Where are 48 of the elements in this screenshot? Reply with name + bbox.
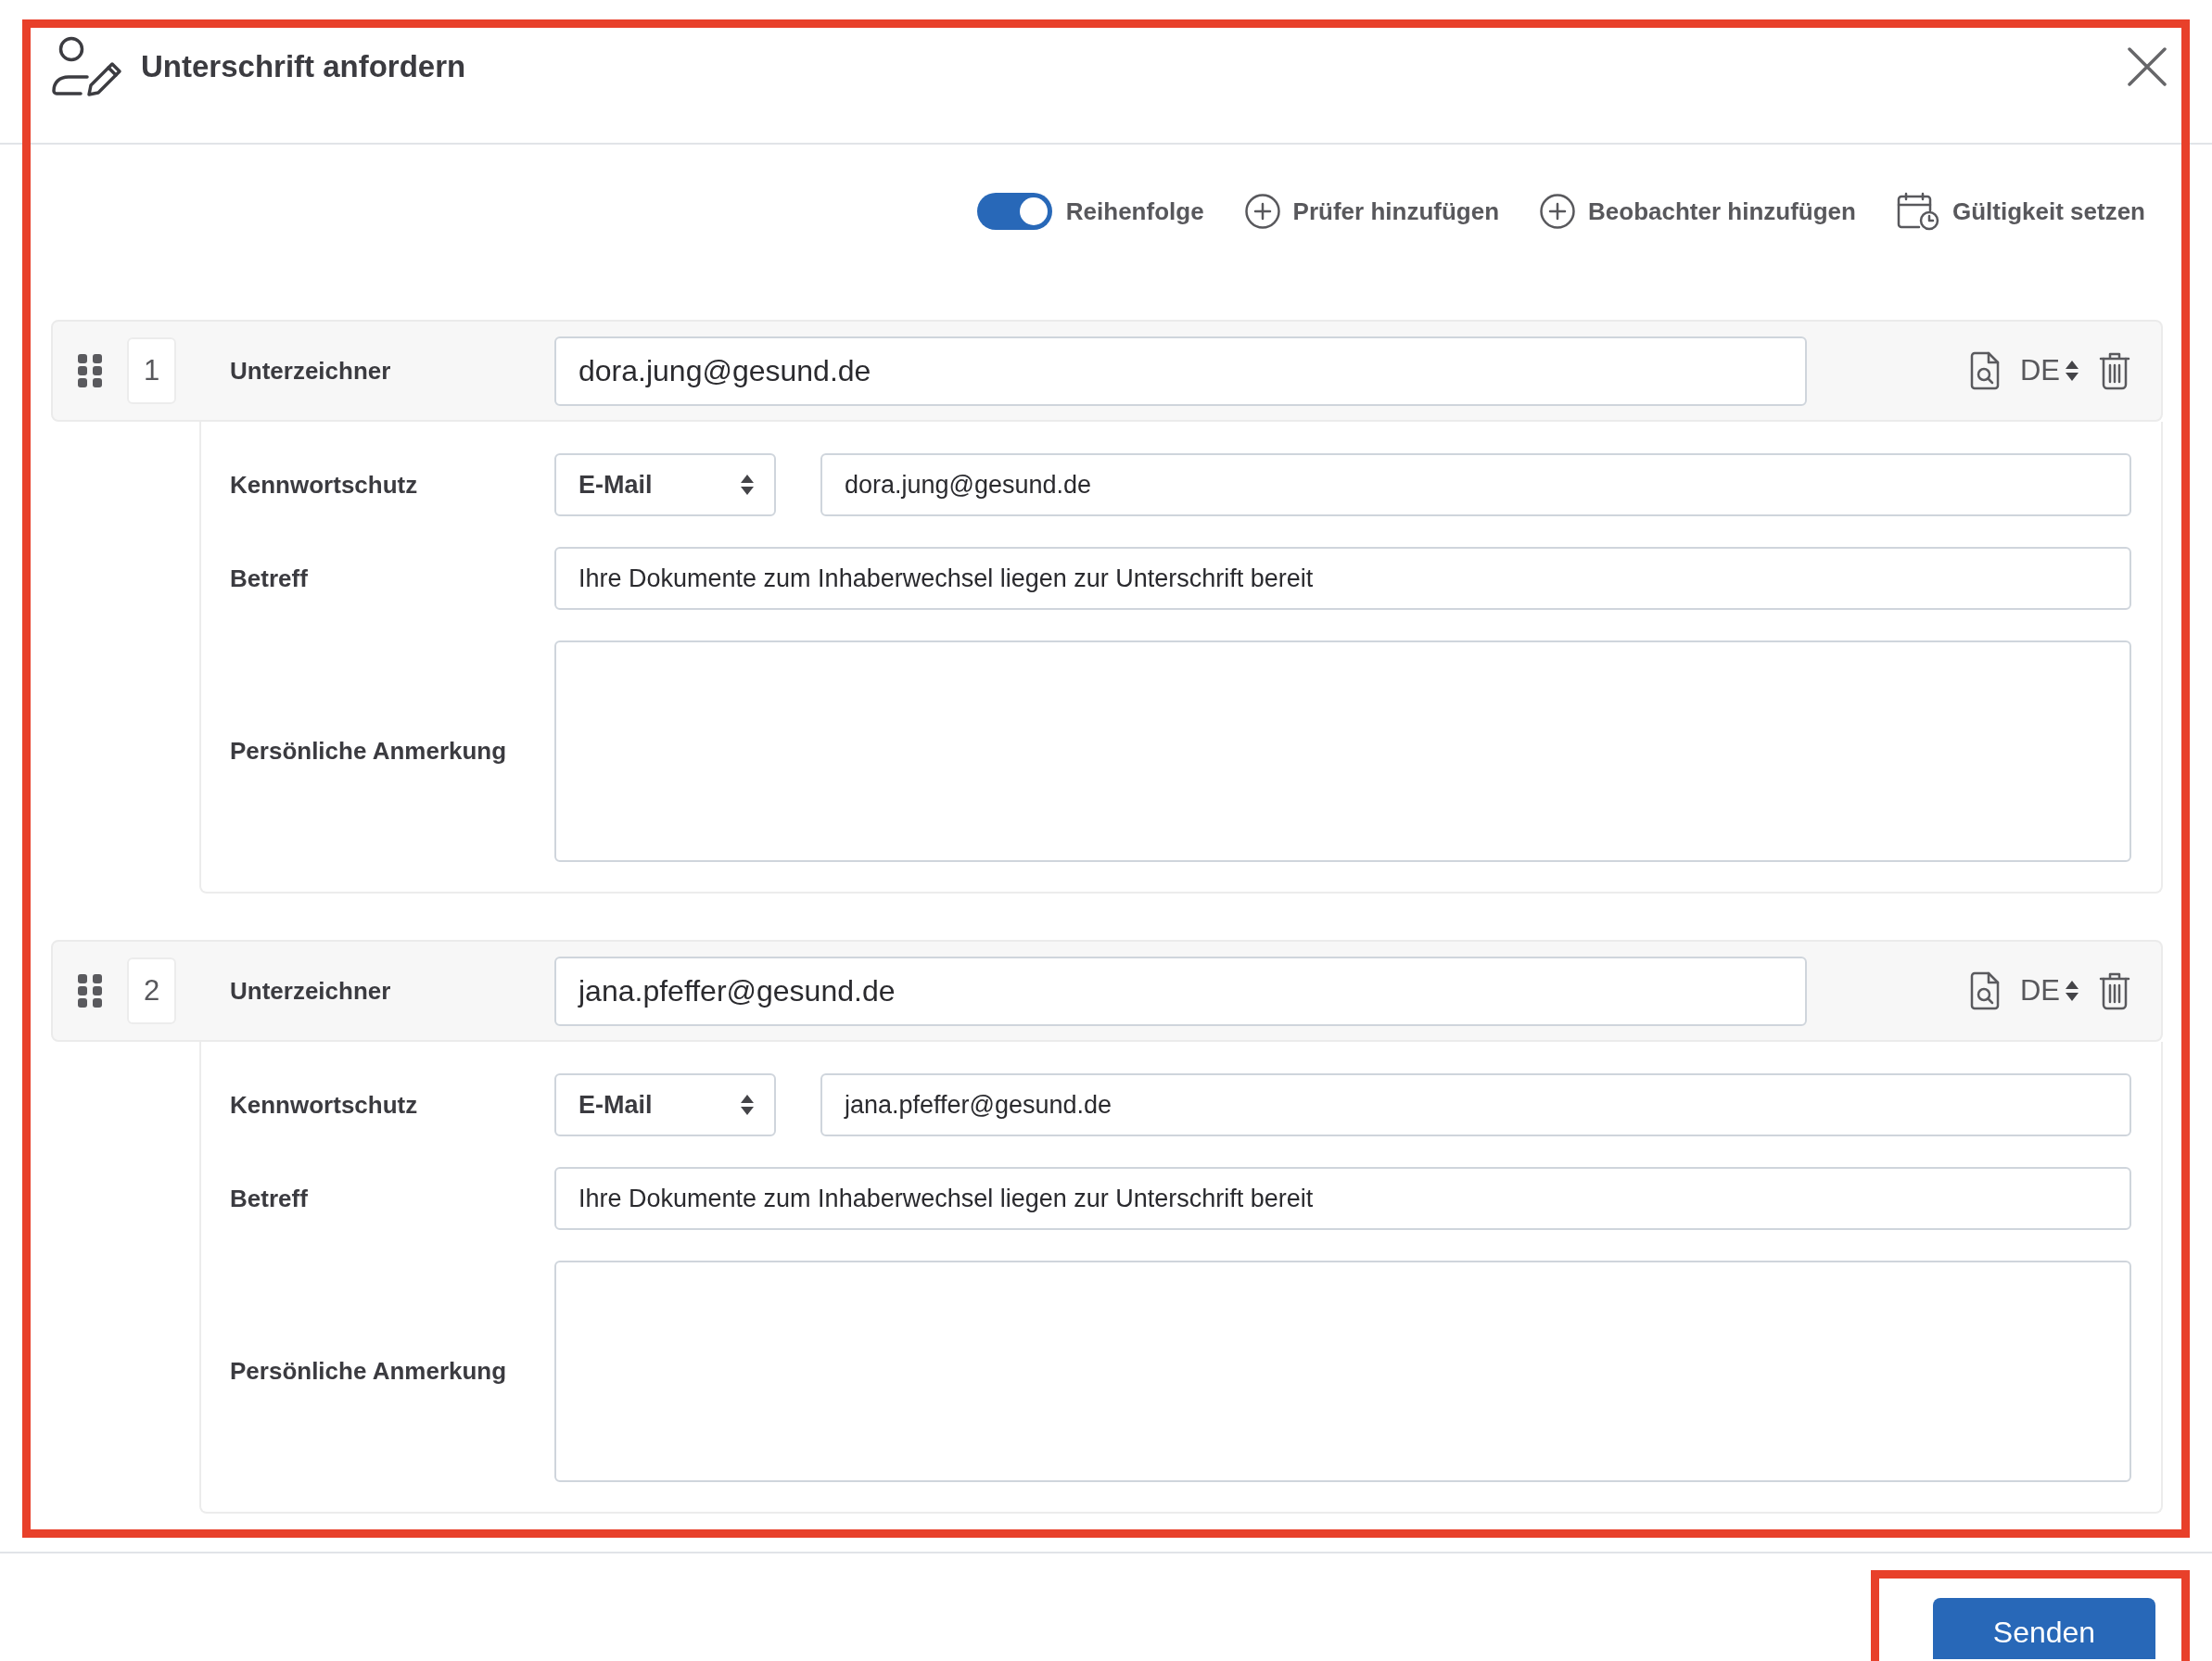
subject-field[interactable]: Ihre Dokumente zum Inhaberwechsel liegen zur Unterschrift bereit [554, 1167, 2131, 1230]
file-search-icon [1969, 351, 2000, 390]
close-button[interactable] [2126, 45, 2168, 88]
trash-icon [2099, 351, 2130, 390]
signer-email-field[interactable]: dora.jung@gesund.de [554, 336, 1807, 406]
signer-label: Unterzeichner [230, 976, 392, 1006]
calendar-clock-icon [1896, 192, 1939, 231]
add-button[interactable]: Beobachter hinzufügen [1540, 194, 1856, 229]
dialog-title: Unterschrift anfordern [141, 49, 466, 84]
trash-icon [2099, 971, 2130, 1010]
sort-icon [2066, 981, 2079, 1001]
set-validity-button[interactable]: Gültigkeit setzen [1896, 192, 2145, 231]
drag-handle-icon[interactable] [78, 354, 102, 387]
signer-label: Unterzeichner [230, 356, 392, 386]
order-toggle[interactable] [976, 193, 1052, 230]
send-button[interactable]: Senden [1933, 1598, 2155, 1659]
field-label: Persönliche Anmerkung [230, 737, 508, 766]
plus-circle-icon [1540, 194, 1576, 229]
signer-number: 1 [127, 337, 176, 404]
add-button[interactable]: Prüfer hinzufügen [1244, 194, 1500, 229]
file-search-icon [1969, 971, 2000, 1010]
field-label: Betreff [230, 1184, 309, 1213]
signer-number: 2 [127, 957, 176, 1024]
language-select[interactable]: DE [2010, 354, 2088, 387]
preview-button[interactable] [1969, 351, 2000, 390]
drag-handle-icon[interactable] [78, 974, 102, 1008]
method-select[interactable]: E-Mail [554, 453, 776, 516]
field-label: Betreff [230, 564, 309, 593]
delete-button[interactable] [2099, 971, 2130, 1010]
language-select[interactable]: DE [2010, 974, 2088, 1008]
password-email-field[interactable]: jana.pfeffer@gesund.de [820, 1073, 2131, 1136]
note-field[interactable] [554, 1261, 2131, 1482]
toggle-label: Reihenfolge [1065, 197, 1204, 226]
password-email-field[interactable]: dora.jung@gesund.de [820, 453, 2131, 516]
field-label: Kennwortschutz [230, 1090, 419, 1120]
method-select[interactable]: E-Mail [554, 1073, 776, 1136]
sort-icon [2066, 361, 2079, 381]
signer-email-field[interactable]: jana.pfeffer@gesund.de [554, 956, 1807, 1026]
delete-button[interactable] [2099, 351, 2130, 390]
plus-circle-icon [1244, 194, 1280, 229]
note-field[interactable] [554, 640, 2131, 862]
field-label: Persönliche Anmerkung [230, 1357, 508, 1386]
sort-icon [741, 475, 754, 495]
subject-field[interactable]: Ihre Dokumente zum Inhaberwechsel liegen zur Unterschrift bereit [554, 547, 2131, 610]
preview-button[interactable] [1969, 971, 2000, 1010]
close-icon [2128, 47, 2167, 86]
sort-icon [741, 1095, 754, 1115]
field-label: Kennwortschutz [230, 470, 419, 500]
